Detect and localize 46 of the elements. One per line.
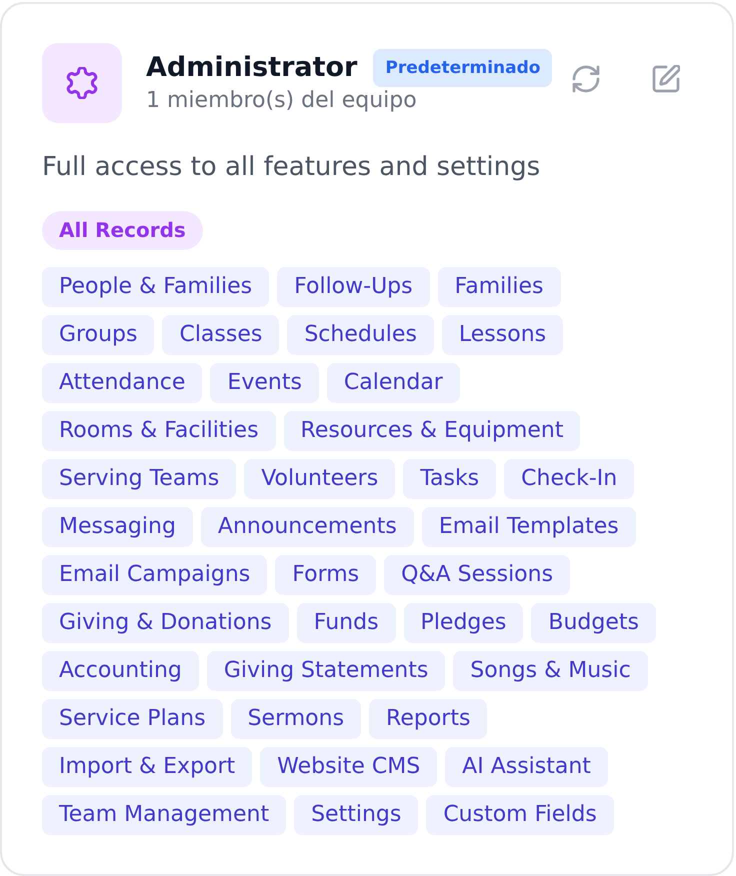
permission-tag: Sermons xyxy=(230,699,362,739)
permission-tag: Import & Export xyxy=(42,747,252,787)
permission-tag: Giving & Donations xyxy=(42,603,289,643)
permission-tag: Volunteers xyxy=(244,459,396,499)
permission-tag: People & Families xyxy=(42,267,270,307)
permission-tag: Accounting xyxy=(42,651,199,691)
permission-tag: Lessons xyxy=(442,315,564,355)
permission-tag: Giving Statements xyxy=(206,651,446,691)
permission-tag: Events xyxy=(210,363,319,403)
permission-tag: Announcements xyxy=(200,507,414,547)
permission-tag: Serving Teams xyxy=(42,459,236,499)
role-title: Administrator xyxy=(146,51,358,85)
permission-tag: Follow-Ups xyxy=(277,267,430,307)
permission-tag: Forms xyxy=(275,555,376,595)
default-badge: Predeterminado xyxy=(373,49,552,87)
permission-tag: Website CMS xyxy=(260,747,438,787)
permission-tag: Families xyxy=(438,267,560,307)
permission-tag: Q&A Sessions xyxy=(384,555,570,595)
role-description: Full access to all features and settings xyxy=(42,151,542,183)
member-count: 1 miembro(s) del equipo xyxy=(146,87,418,115)
permission-tag: Team Management xyxy=(42,795,286,835)
permission-tag: Messaging xyxy=(42,507,193,547)
permission-tag: Check-In xyxy=(504,459,634,499)
permission-tag: Attendance xyxy=(42,363,202,403)
permission-tag: Songs & Music xyxy=(453,651,648,691)
permission-tag: Service Plans xyxy=(42,699,223,739)
permission-tag: Reports xyxy=(369,699,488,739)
permission-tag: Groups xyxy=(42,315,154,355)
permission-tag: Email Campaigns xyxy=(42,555,268,595)
permission-tag: Classes xyxy=(162,315,280,355)
permission-tag: Custom Fields xyxy=(426,795,614,835)
permission-tag: Settings xyxy=(294,795,418,835)
permission-tag: Email Templates xyxy=(422,507,636,547)
permission-tag: Rooms & Facilities xyxy=(42,411,276,451)
permission-tag: Resources & Equipment xyxy=(284,411,580,451)
permission-tag: Schedules xyxy=(287,315,434,355)
permission-tag: Pledges xyxy=(404,603,524,643)
scope-badge: All Records xyxy=(42,211,203,250)
permission-tag: AI Assistant xyxy=(445,747,608,787)
edit-icon xyxy=(652,65,680,93)
refresh-icon xyxy=(572,65,600,93)
permission-tag: Budgets xyxy=(531,603,656,643)
permission-tag: Funds xyxy=(296,603,396,643)
permission-tag: Calendar xyxy=(326,363,460,403)
permission-tag: Tasks xyxy=(403,459,496,499)
gear-icon xyxy=(66,67,98,99)
